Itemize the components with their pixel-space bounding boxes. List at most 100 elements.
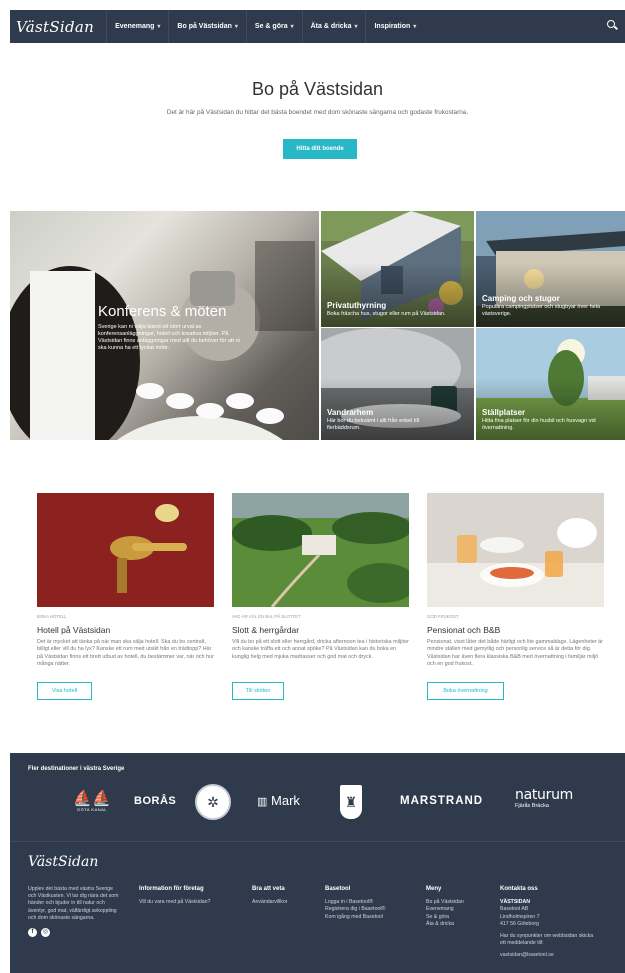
chevron-down-icon: ▾ [413,24,417,30]
coat-of-arms-logo[interactable]: ♜ [340,785,362,819]
nav-item-evenemang[interactable]: Evenemang ▾ [106,10,168,43]
tile-title: Vandrarhem [327,408,374,417]
contact-email[interactable]: vastsidan@basetool.se [500,952,600,959]
tile-title: Ställplatser [482,408,526,417]
tile-text: Sverige kan ni välja bland ett stort urv… [98,324,240,351]
footer-link[interactable]: Äta & dricka [426,921,496,928]
card-kicker: Vad är väl en bal på slottet [232,614,301,619]
footer-about: Upplev det bästa med västra Sverige och … [28,886,120,938]
tile-title: Camping och stugor [482,294,560,303]
find-accommodation-button[interactable]: Hitta ditt boende [283,139,357,159]
nav-label: Äta & dricka [310,23,352,30]
destinations-bar: Fler destinationer i västra Sverige ⛵⛵ G… [10,753,625,841]
footer-link[interactable]: Evenemang [426,906,496,913]
card-kicker: Boka Hotell [37,614,67,619]
camping-tile[interactable]: Camping och stugor Populära campingplats… [476,211,625,327]
rv-parking-tile[interactable]: Ställplatser Hitta fina platser för din … [476,328,625,440]
footer-heading: Bra att veta [252,886,285,892]
logo-text: naturum [515,787,573,803]
nav-label: Evenemang [115,23,155,30]
contact-line: Lindholmspiren 7 [500,913,540,920]
site-logo[interactable]: VästSidan [10,18,106,36]
boras-logo[interactable]: BORÅS [134,795,176,807]
contact-line: Basetool AB [500,906,529,913]
footer-link[interactable]: Registrera dig i Basetool® [325,906,415,913]
castle-card-image[interactable] [232,493,409,607]
footer-link[interactable]: Användarvillkor [252,899,322,906]
marstrand-logo[interactable]: MARSTRAND [400,795,483,807]
card-title[interactable]: Slott & herrgårdar [232,625,299,635]
tile-text: Hitta fina platser för din husbil och hu… [482,418,596,431]
conference-tile[interactable]: Konferens & möten Sverige kan ni välja b… [10,211,319,440]
about-text: Upplev det bästa med västra Sverige och … [28,886,119,921]
nav-label: Inspiration [374,23,411,30]
nav-item-bo[interactable]: Bo på Västsidan ▾ [168,10,245,43]
private-rental-tile[interactable]: Privatuthyrning Boka fräscha hus, stugor… [321,211,474,327]
hero-description: Det är här på Västsidan du hittar det bä… [166,109,469,116]
card-title[interactable]: Hotell på Västsidan [37,625,110,635]
naturum-logo[interactable]: naturum Fjärås Bräcka [515,787,573,809]
tile-title: Konferens & möten [98,303,227,320]
nav-item-se-gora[interactable]: Se & göra ▾ [245,10,302,43]
footer-heading: Meny [426,886,442,892]
tile-text: Populära campingplatser och stugbyar öve… [482,304,601,317]
show-hotels-button[interactable]: Visa hotell [37,682,92,700]
destinations-label: Fler destinationer i västra Sverige [28,766,125,772]
mark-logo[interactable]: ▥ Mark [257,793,300,808]
footer-col-contact: Kontakta oss VÄSTSIDAN Basetool AB Lindh… [500,886,600,960]
footer-link[interactable]: Bo på Västsidan [426,899,496,906]
footer-logo[interactable]: VästSidan [28,854,98,870]
hotel-card-image[interactable] [37,493,214,607]
chevron-down-icon: ▾ [234,24,238,30]
nav-label: Bo på Västsidan [177,23,232,30]
tile-text: Här bor du bekvämt i allt från enkel til… [327,418,420,431]
page-title: Bo på Västsidan [251,79,384,99]
emblem-logo[interactable]: ✲ [195,784,231,820]
card-text: Vill du bo på ett slott eller herrgård, … [232,639,409,660]
facebook-icon[interactable]: f [28,928,37,938]
chevron-down-icon: ▾ [290,24,294,30]
to-castles-button[interactable]: Till slotten [232,682,284,700]
card-kicker: God frukost [427,614,459,619]
card-title[interactable]: Pensionat och B&B [427,625,500,635]
logo-subtext: Fjärås Bräcka [515,803,549,809]
footer-link[interactable]: Se & göra [426,914,496,921]
contact-line: 417 56 Göteborg [500,920,539,927]
contact-note: Har du synpunkter om webbsidan skicka et… [500,933,594,947]
contact-company: VÄSTSIDAN [500,899,530,906]
door-handle-photo [37,493,214,607]
nav-item-inspiration[interactable]: Inspiration ▾ [365,10,424,43]
gota-kanal-logo[interactable]: ⛵⛵ GÖTA KANAL [72,790,112,818]
nav-item-ata-dricka[interactable]: Äta & dricka ▾ [301,10,366,43]
chevron-down-icon: ▾ [157,24,161,30]
footer-col-good-to-know: Bra att veta Användarvillkor [252,886,322,906]
tile-title: Privatuthyrning [327,301,387,310]
footer-col-basetool: Basetool Logga in i Basetool® Registrera… [325,886,415,921]
bnb-card-image[interactable] [427,493,604,607]
logo-text: BORÅS [134,795,177,807]
logo-text: Mark [271,793,300,808]
instagram-icon[interactable]: ◎ [41,928,50,938]
castle-aerial-photo [232,493,409,607]
card-text: Pensionat, visst låter det både härligt … [427,639,603,667]
breakfast-photo [427,493,604,607]
chevron-down-icon: ▾ [354,24,358,30]
card-text: Det är mycket att tänka på när man ska v… [37,639,214,667]
nav-label: Se & göra [254,23,288,30]
logo-text: MARSTRAND [400,795,484,807]
shield-icon: ▥ [257,796,268,808]
footer-col-business: Information för företag Vill du vara med… [139,886,239,906]
footer-heading: Kontakta oss [500,886,538,892]
hostel-tile[interactable]: Vandrarhem Här bor du bekvämt i allt frå… [321,328,474,440]
footer-link[interactable]: Kom igång med Basetool [325,914,415,921]
footer-col-menu: Meny Bo på Västsidan Evenemang Se & göra… [426,886,496,928]
top-navigation: VästSidan Evenemang ▾ Bo på Västsidan ▾ Se… [10,10,625,43]
footer-heading: Information för företag [139,886,204,892]
book-stay-button[interactable]: Boka övernattning [427,682,504,700]
footer-link[interactable]: Vill du vara med på Västsidan? [139,899,239,906]
logo-text: GÖTA KANAL [76,807,108,812]
search-icon[interactable] [605,18,621,34]
footer-heading: Basetool [325,886,351,892]
tile-text: Boka fräscha hus, stugor eller rum på Vä… [327,311,446,317]
site-footer: VästSidan Upplev det bästa med västra Sv… [10,841,625,973]
